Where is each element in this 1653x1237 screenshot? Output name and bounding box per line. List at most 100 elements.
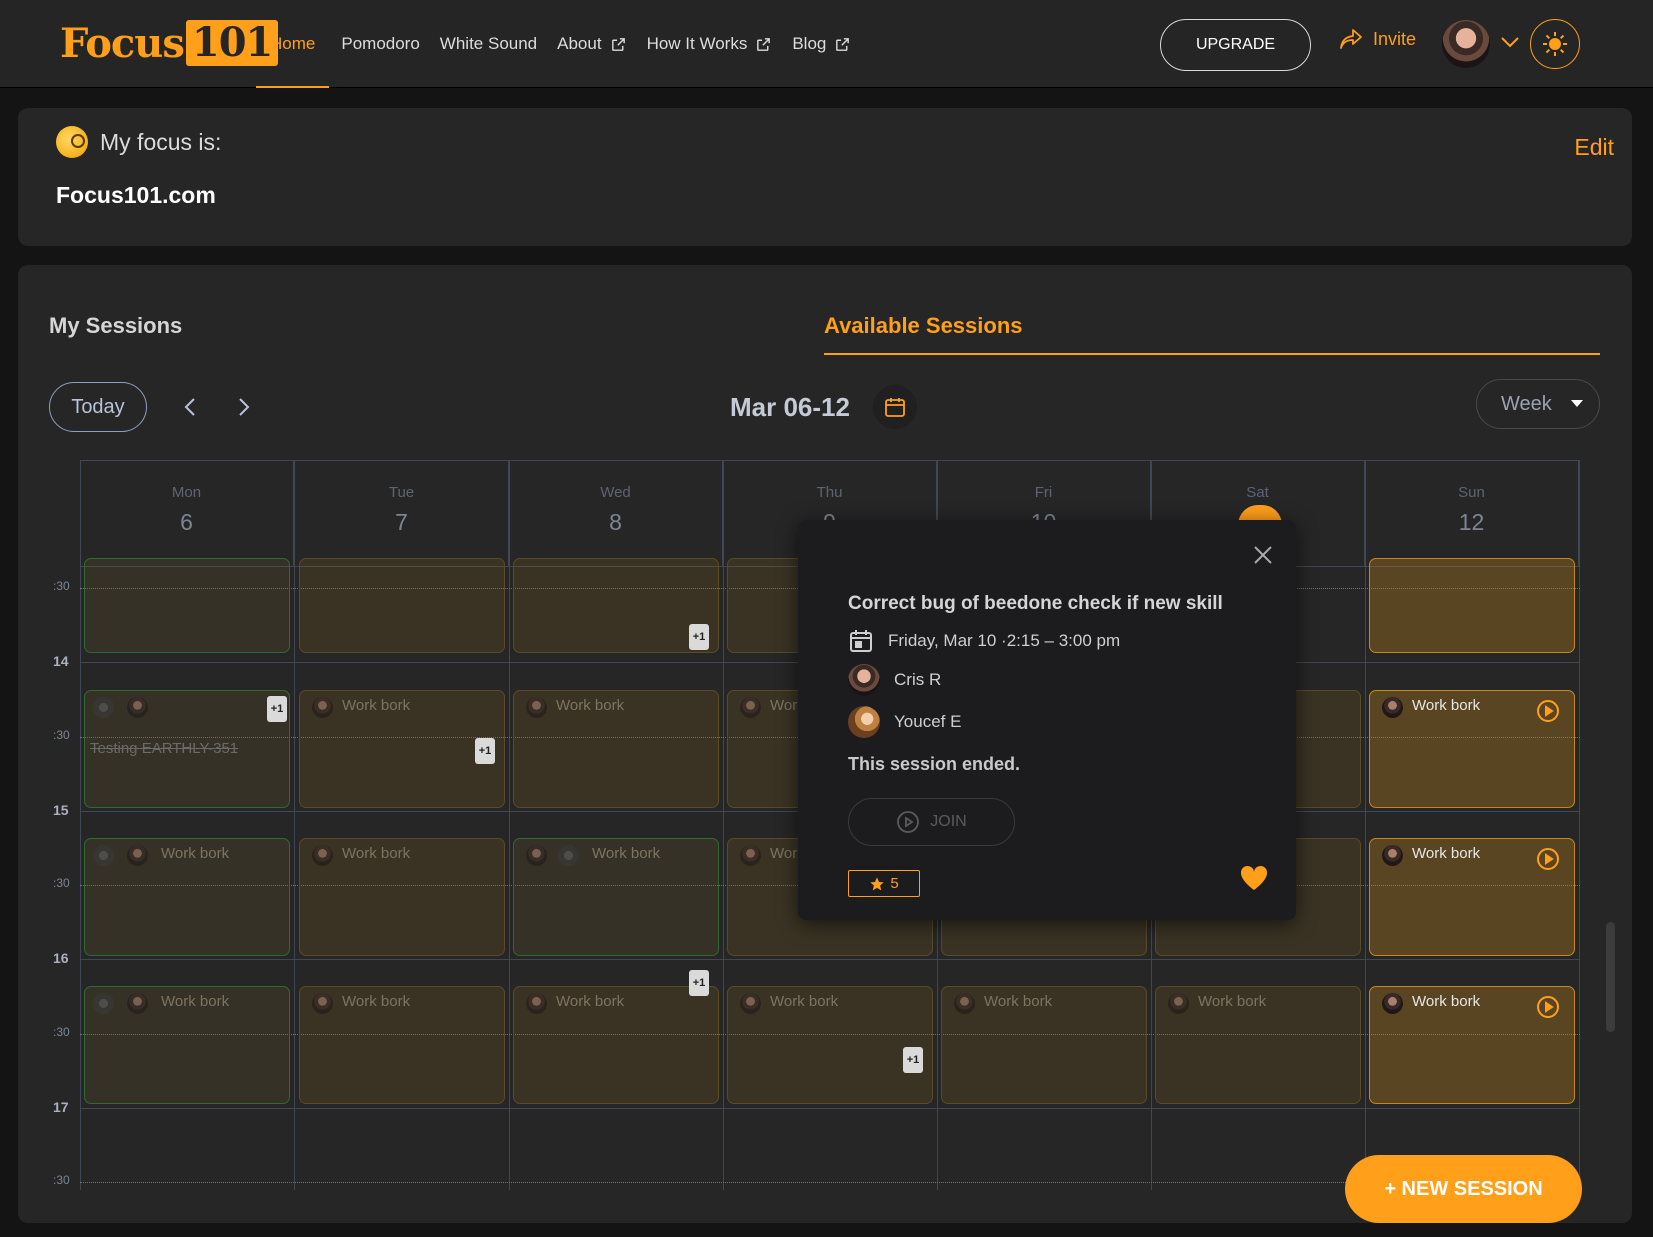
external-link-icon	[611, 37, 625, 51]
theme-toggle-button[interactable]	[1530, 19, 1580, 69]
grid-line	[80, 959, 1580, 961]
time-label: 15	[53, 801, 69, 818]
participant-avatar	[558, 845, 579, 866]
time-label: 16	[53, 950, 69, 967]
view-select-value: Week	[1501, 392, 1552, 415]
focus101-logo[interactable]: Focus 101	[60, 18, 279, 68]
calendar-scrollbar[interactable]	[1606, 922, 1615, 1032]
participant-name: Cris R	[894, 670, 942, 689]
session-title: Work bork	[342, 993, 411, 1010]
rating-badge[interactable]: 5	[848, 870, 920, 897]
day-name: Fri	[1034, 484, 1053, 501]
day-number: 7	[395, 509, 408, 535]
time-label: :30	[53, 727, 70, 742]
edit-focus-link[interactable]: Edit	[1574, 134, 1614, 161]
session-title-struck: Testing EARTHLY-351	[90, 740, 239, 757]
session-title: Work bork	[1412, 845, 1481, 862]
participant-avatar	[848, 706, 880, 738]
tab-available-sessions[interactable]: Available Sessions	[824, 313, 1023, 339]
grid-line	[1579, 460, 1580, 1190]
user-avatar[interactable]	[1442, 20, 1490, 68]
focus-value: Focus101.com	[56, 182, 216, 208]
calendar-icon	[885, 398, 905, 417]
session-title: Work bork	[556, 697, 625, 714]
session-block[interactable]: Work bork	[299, 986, 505, 1104]
participant-avatar	[1382, 697, 1403, 718]
calendar-icon	[850, 630, 872, 652]
session-block[interactable]	[299, 558, 505, 653]
session-block[interactable]: Work bork	[1155, 986, 1361, 1104]
session-block[interactable]: Work bork	[1369, 690, 1575, 808]
play-circle-icon[interactable]	[1536, 995, 1560, 1019]
chevron-down-icon[interactable]	[1500, 35, 1520, 49]
nav-blog[interactable]: Blog	[792, 0, 851, 88]
more-sessions-badge[interactable]: +1	[689, 970, 709, 996]
invite-button[interactable]: Invite	[1339, 28, 1416, 50]
session-block[interactable]	[1369, 558, 1575, 653]
time-label: :30	[53, 876, 70, 890]
session-block[interactable]: Work bork	[513, 690, 719, 808]
day-name: Thu	[816, 484, 843, 501]
session-title: Work bork	[1198, 993, 1267, 1010]
caret-down-icon	[1571, 400, 1583, 407]
nav-home-label: Home	[270, 34, 316, 53]
session-status: This session ended.	[848, 754, 1021, 774]
participant-avatar	[1168, 993, 1189, 1014]
day-name: Mon	[171, 484, 202, 501]
external-link-icon	[836, 37, 850, 51]
time-label: :30	[53, 1024, 70, 1039]
grid-line	[80, 460, 81, 1190]
nav-pomodoro[interactable]: Pomodoro	[341, 0, 419, 88]
session-block[interactable]: Work bork	[84, 838, 290, 956]
session-block[interactable]: Work bork	[1369, 986, 1575, 1104]
participant-name: Youcef E	[894, 712, 962, 731]
session-block[interactable]: Work bork	[941, 986, 1147, 1104]
session-block[interactable]	[84, 558, 290, 653]
day-number: 12	[1458, 509, 1485, 535]
invite-label: Invite	[1373, 28, 1417, 49]
session-title: Work bork	[984, 993, 1053, 1010]
session-block[interactable]: Work bork	[513, 838, 719, 956]
chevron-left-icon[interactable]	[182, 395, 198, 419]
today-button[interactable]: Today	[49, 382, 147, 432]
tab-my-sessions[interactable]: My Sessions	[49, 313, 182, 339]
grid-line	[1365, 460, 1366, 1190]
day-name: Sun	[1458, 484, 1485, 501]
session-block[interactable]: Work bork	[1369, 838, 1575, 956]
participant-row: Cris R	[848, 664, 941, 696]
time-label: :30	[53, 1173, 70, 1187]
session-block[interactable]: Work bork	[513, 986, 719, 1104]
play-circle-icon[interactable]	[1536, 847, 1560, 871]
close-icon[interactable]	[1252, 544, 1274, 566]
upgrade-button[interactable]: UPGRADE	[1160, 19, 1311, 71]
session-title: Correct bug of beedone check if new skil…	[848, 593, 1223, 614]
more-sessions-badge[interactable]: +1	[267, 696, 287, 722]
calendar-picker-button[interactable]	[873, 385, 917, 429]
nav-how-it-works[interactable]: How It Works	[647, 0, 773, 88]
heart-icon[interactable]	[1240, 865, 1268, 891]
nav-white-sound[interactable]: White Sound	[440, 0, 537, 88]
chevron-right-icon[interactable]	[236, 395, 252, 419]
more-sessions-badge[interactable]: +1	[475, 738, 495, 764]
participant-avatar	[93, 697, 114, 718]
session-title: Work bork	[556, 993, 625, 1010]
session-block[interactable]: Work bork	[84, 986, 290, 1104]
day-name: Sat	[1246, 484, 1269, 501]
time-label: :30	[53, 579, 70, 593]
play-circle-icon	[897, 811, 920, 833]
new-session-button[interactable]: + NEW SESSION	[1345, 1155, 1582, 1223]
grid-line	[294, 460, 295, 1190]
play-circle-icon[interactable]	[1536, 699, 1560, 723]
day-header: Wed 8	[509, 460, 723, 566]
monocle-face-emoji-icon	[56, 126, 88, 158]
nav-white-sound-label: White Sound	[439, 34, 538, 53]
more-sessions-badge[interactable]: +1	[689, 624, 709, 650]
nav-about[interactable]: About	[557, 0, 626, 88]
nav-home[interactable]: Home	[256, 0, 330, 88]
external-link-icon	[757, 37, 771, 51]
session-block[interactable]: Work bork	[727, 986, 933, 1104]
join-button[interactable]: JOIN	[848, 798, 1015, 846]
view-select[interactable]: Week	[1476, 379, 1600, 429]
session-block[interactable]: Work bork	[299, 838, 505, 956]
more-sessions-badge[interactable]: +1	[903, 1047, 923, 1073]
